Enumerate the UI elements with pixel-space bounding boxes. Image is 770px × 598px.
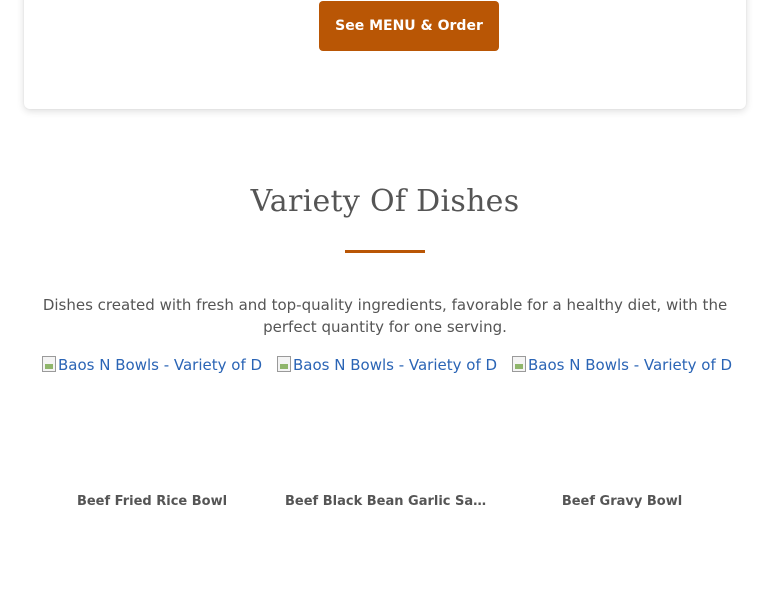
section-title: Variety Of Dishes [250, 184, 520, 219]
dish-image-alt-text: Baos N Bowls - Variety of Di [293, 356, 497, 374]
dish-card[interactable]: Baos N Bowls - Variety of Di Beef Gravy … [512, 354, 732, 524]
dish-image[interactable]: Baos N Bowls - Variety of Di [512, 354, 732, 474]
dish-card[interactable]: Baos N Bowls - Variety of Di Beef Black … [277, 354, 497, 524]
broken-image-icon [42, 356, 56, 372]
see-menu-order-button[interactable]: See MENU & Order [319, 1, 499, 51]
dish-name[interactable]: Beef Fried Rice Bowl [42, 494, 262, 509]
broken-image-icon [277, 356, 291, 372]
broken-image-icon [512, 356, 526, 372]
dish-image-alt-text: Baos N Bowls - Variety of Di [528, 356, 732, 374]
dish-name[interactable]: Beef Gravy Bowl [512, 494, 732, 509]
order-card: See MENU & Order [24, 0, 746, 109]
dish-card[interactable]: Baos N Bowls - Variety of Di Beef Fried … [42, 354, 262, 524]
dish-image[interactable]: Baos N Bowls - Variety of Di [42, 354, 262, 474]
title-underline-divider [345, 250, 425, 253]
section-description: Dishes created with fresh and top-qualit… [42, 296, 728, 336]
dish-image[interactable]: Baos N Bowls - Variety of Di [277, 354, 497, 474]
dish-image-alt-text: Baos N Bowls - Variety of Di [58, 356, 262, 374]
dish-name[interactable]: Beef Black Bean Garlic Sau... [277, 494, 497, 509]
